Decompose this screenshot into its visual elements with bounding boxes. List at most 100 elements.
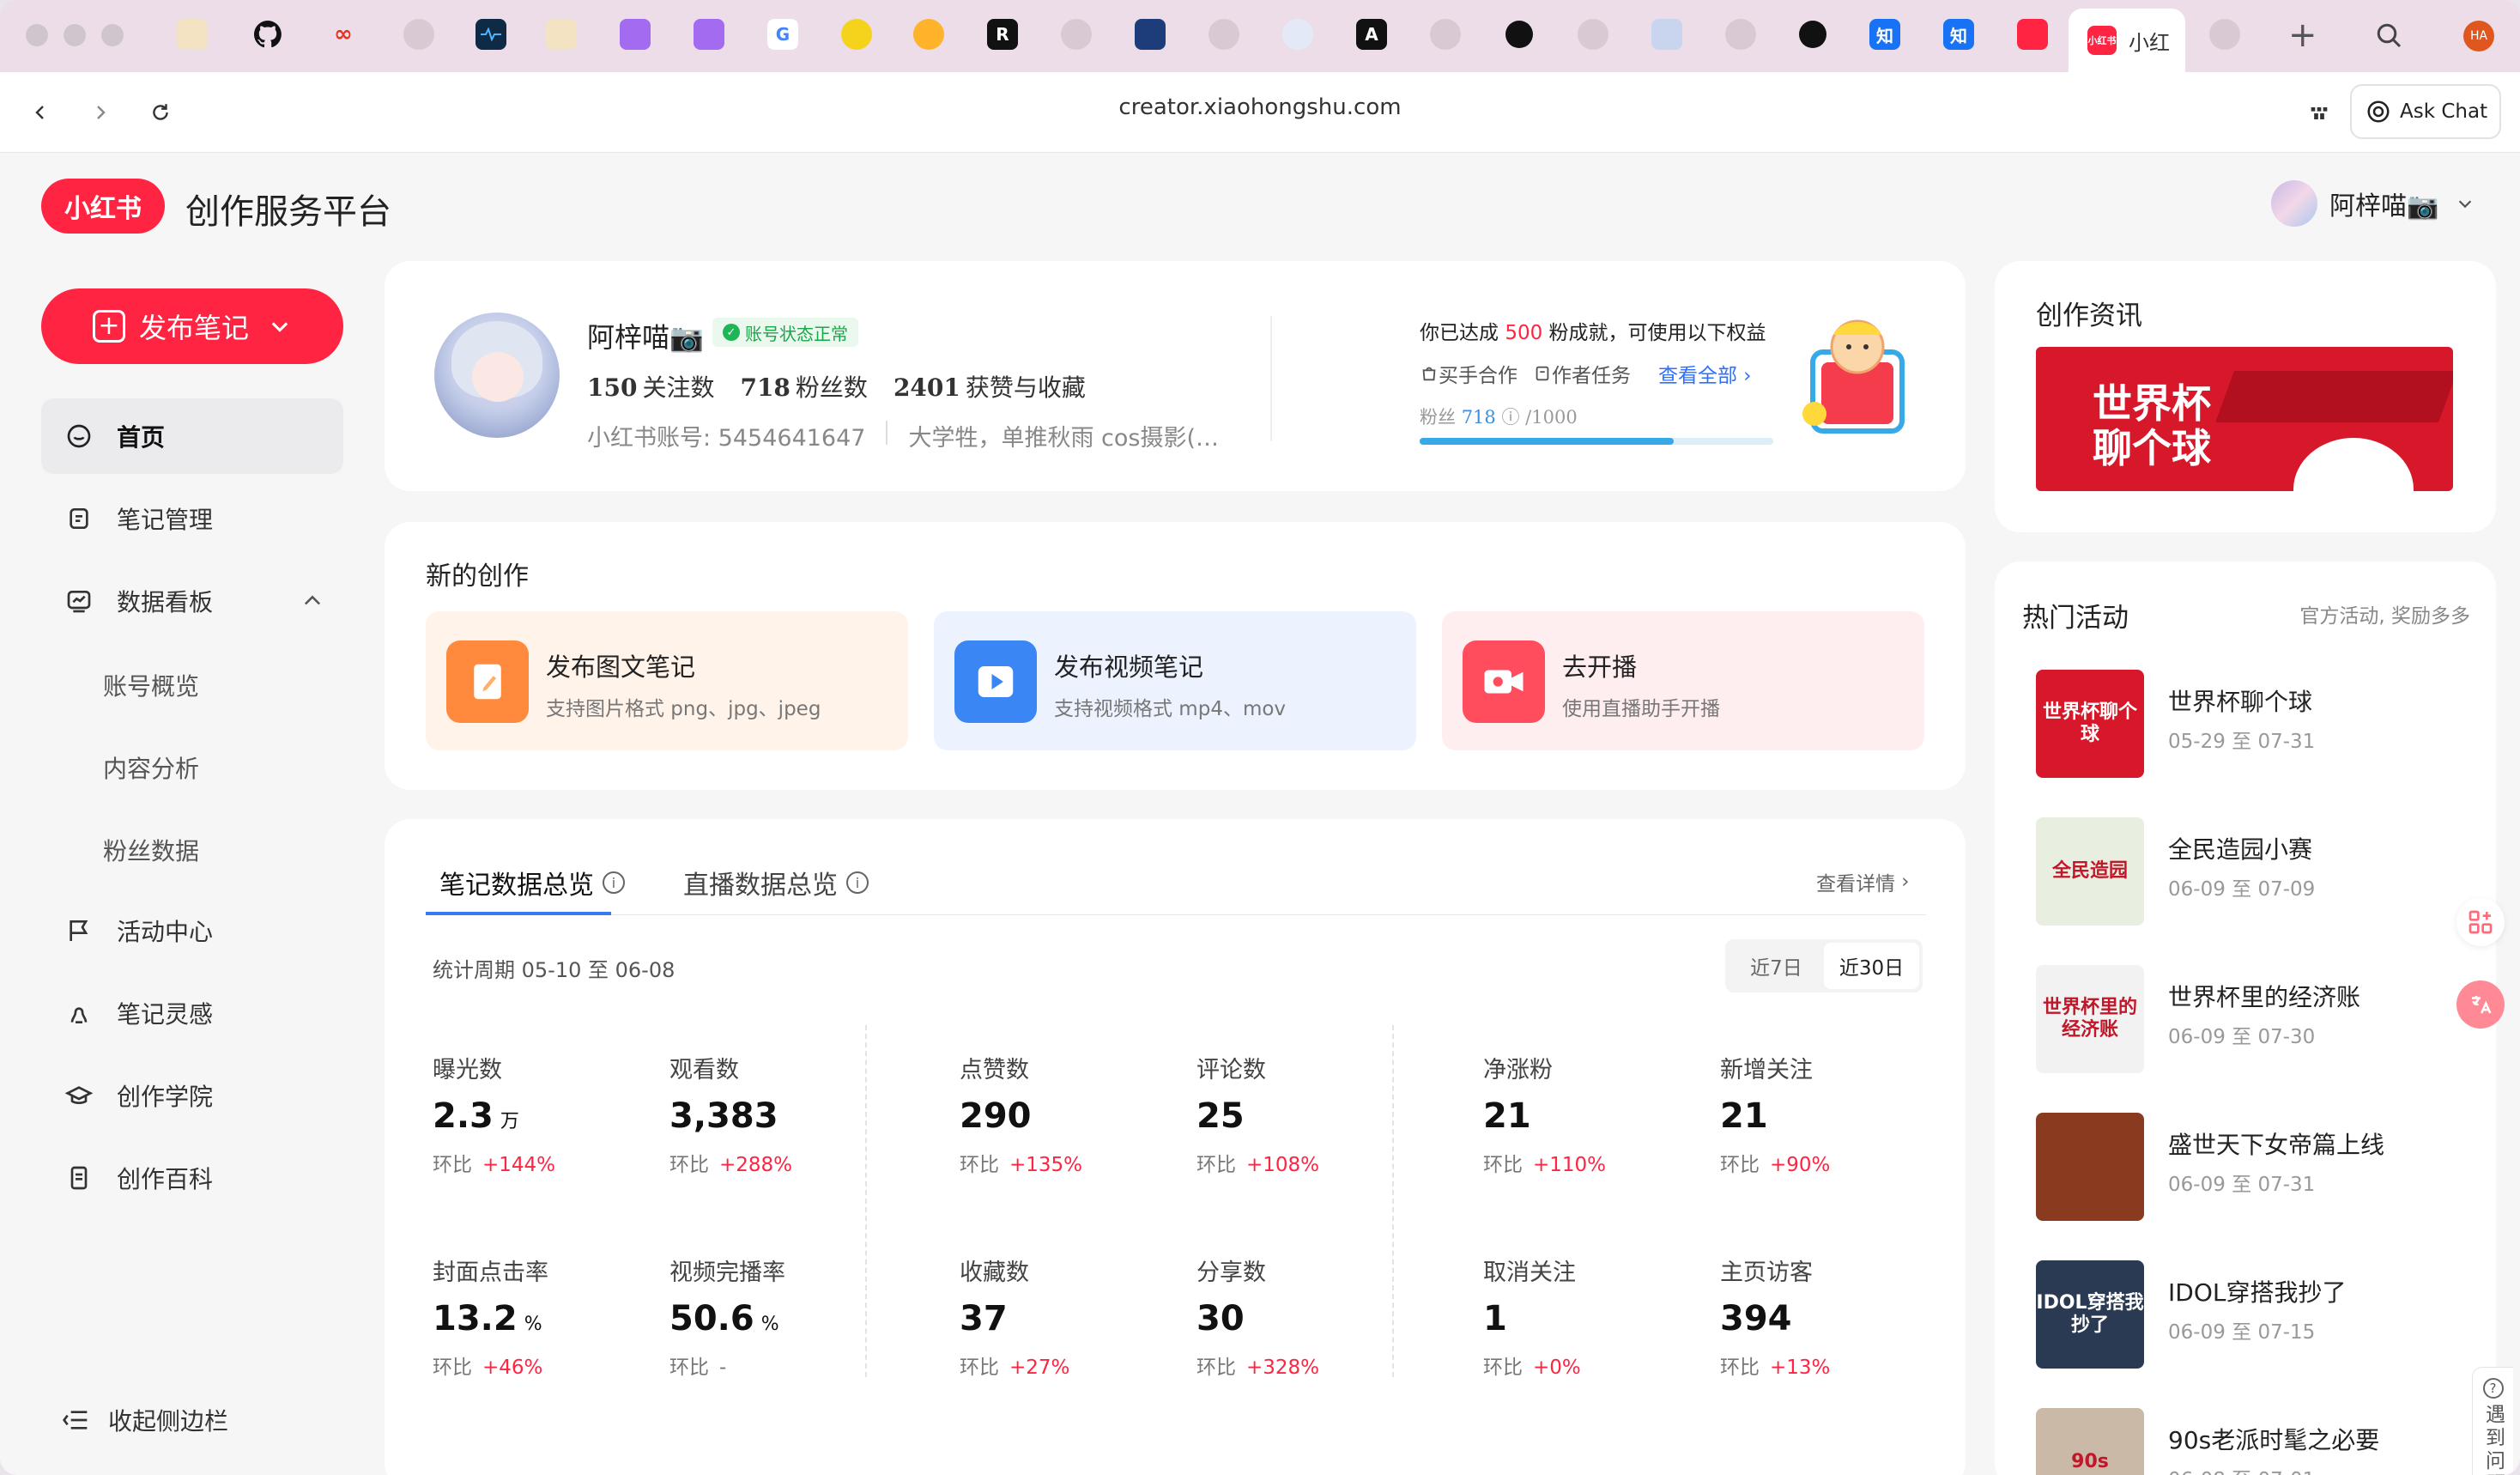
perk-buyer-cooperation[interactable]: 买手合作 [1420, 359, 1517, 388]
metric-change: 环比 +13% [1720, 1357, 1831, 1379]
section-subtitle: 官方活动, 奖励多多 [2299, 605, 2470, 628]
minimize-window-button[interactable] [64, 24, 86, 46]
blank-tab-icon-6[interactable] [1725, 19, 1756, 50]
go-live-tile[interactable]: 去开播 使用直播助手开播 [1442, 611, 1924, 750]
metric-change: 环比 +108% [1196, 1154, 1320, 1176]
metric-value: 25 [1196, 1096, 1245, 1136]
xiaohongshu-logo[interactable]: 小红书 [41, 179, 165, 234]
grid-add-icon[interactable] [2456, 898, 2505, 946]
translate-icon[interactable] [2456, 980, 2505, 1029]
metric-label: 收藏数 [960, 1260, 1029, 1286]
likes-stat[interactable]: 2401 获赞与收藏 [894, 369, 1086, 404]
news-banner[interactable]: 世界杯聊个球 [2036, 347, 2453, 491]
hot-activity-item[interactable]: 全民造园 全民造园小赛 06-09 至 07-09 [2036, 817, 2482, 929]
blank-tab-icon-7[interactable] [2209, 19, 2240, 50]
blank-tab-icon[interactable] [403, 19, 434, 50]
hot-activity-item[interactable]: IDOL穿搭我抄了 IDOL穿搭我抄了 06-09 至 07-15 [2036, 1260, 2482, 1372]
metric-2: 点赞数 290 环比 +135% [960, 1051, 1166, 1177]
maximize-window-button[interactable] [101, 24, 124, 46]
sidebar-item-inspiration[interactable]: 笔记灵感 [41, 975, 343, 1051]
tab-live-overview[interactable]: 直播数据总览 i [683, 864, 869, 901]
github-tab-icon[interactable] [252, 19, 283, 50]
r-tab-icon[interactable]: R [987, 19, 1018, 50]
doc-tab-icon[interactable] [1135, 19, 1166, 50]
sidebar-item-notes[interactable]: 笔记管理 [41, 481, 343, 556]
platform-title: 创作服务平台 [185, 192, 391, 232]
tab-search-icon[interactable] [2374, 21, 2405, 52]
close-window-button[interactable] [26, 24, 48, 46]
new-tab-button[interactable]: + [2288, 15, 2317, 55]
blank-tab-icon-2[interactable] [1061, 19, 1092, 50]
sidebar-subitem-content-analysis[interactable]: 内容分析 [103, 750, 199, 785]
weather-tab-icon[interactable] [177, 19, 208, 50]
follow-stat[interactable]: 150 关注数 [587, 369, 714, 404]
range-7-days[interactable]: 近7日 [1729, 943, 1824, 989]
app-tab-icon[interactable] [620, 19, 651, 50]
yellow-tab-icon[interactable] [841, 19, 872, 50]
stat-period: 统计周期 05-10 至 06-08 [433, 958, 675, 982]
publish-note-button[interactable]: + 发布笔记 [41, 288, 343, 364]
link-tab-icon[interactable]: ∞ [328, 19, 359, 50]
metric-value: 37 [960, 1299, 1008, 1338]
github-tab-icon-2[interactable] [1504, 19, 1535, 50]
fans-stat[interactable]: 718 粉丝数 [740, 369, 867, 404]
user-menu[interactable]: 阿梓喵📷 [2271, 180, 2475, 227]
tab-notes-overview[interactable]: 笔记数据总览 i [439, 864, 625, 901]
weather-tab-icon-2[interactable] [546, 19, 577, 50]
xiaohongshu-tab-icon[interactable] [2017, 19, 2048, 50]
active-tab-label: 小红 [2129, 30, 2170, 55]
collapse-sidebar-button[interactable]: 收起侧边栏 [62, 1403, 228, 1437]
hot-activity-item[interactable]: 世界杯里的经济账 世界杯里的经济账 06-09 至 07-30 [2036, 965, 2482, 1077]
blank-tab-icon-3[interactable] [1209, 19, 1239, 50]
profile-avatar[interactable] [434, 313, 560, 438]
activity-thumbnail: 世界杯聊个球 [2036, 670, 2144, 778]
sidebar-item-home[interactable]: 首页 [41, 398, 343, 474]
extension-icon[interactable] [2302, 96, 2336, 131]
sidebar-item-wiki[interactable]: 创作百科 [41, 1140, 343, 1216]
hot-activity-item[interactable]: 世界杯聊个球 世界杯聊个球 05-29 至 07-31 [2036, 670, 2482, 781]
reload-button[interactable] [141, 93, 180, 132]
zhihu-tab-icon[interactable]: 知 [1869, 19, 1900, 50]
sidebar-item-academy[interactable]: 创作学院 [41, 1058, 343, 1133]
metric-change: 环比 +288% [669, 1154, 793, 1176]
back-button[interactable] [21, 93, 60, 132]
ask-chat-button[interactable]: Ask Chat [2350, 84, 2501, 139]
blank-tab-icon-4[interactable] [1430, 19, 1461, 50]
forward-button[interactable] [81, 93, 120, 132]
help-button[interactable]: ? 遇到问题 [2472, 1367, 2513, 1475]
sidebar-item-activity[interactable]: 活动中心 [41, 893, 343, 968]
google-tab-icon[interactable]: G [767, 19, 798, 50]
cloud-tab-icon[interactable] [1282, 19, 1313, 50]
activity-name: 全民造园小赛 [2168, 835, 2313, 864]
divider [865, 1025, 867, 1377]
publish-image-note-tile[interactable]: 发布图文笔记 支持图片格式 png、jpg、jpeg [426, 611, 908, 750]
activity-name: 盛世天下女帝篇上线 [2168, 1131, 2385, 1159]
range-30-days[interactable]: 近30日 [1824, 943, 1919, 989]
browser-profile-avatar[interactable]: HA [2463, 21, 2494, 52]
perk-author-tasks[interactable]: 作者任务 [1533, 359, 1631, 388]
github-tab-icon-3[interactable] [1797, 19, 1828, 50]
blank-tab-icon-5[interactable] [1578, 19, 1608, 50]
hot-activity-item[interactable]: 盛世天下女帝篇上线 06-09 至 07-31 [2036, 1113, 2482, 1224]
sidebar-subitem-fans-data[interactable]: 粉丝数据 [103, 833, 199, 867]
publish-video-note-tile[interactable]: 发布视频笔记 支持视频格式 mp4、mov [934, 611, 1416, 750]
pulse-tab-icon[interactable] [476, 19, 506, 50]
view-all-link[interactable]: 查看全部 › [1658, 359, 1752, 388]
zhihu-tab-icon-2[interactable]: 知 [1943, 19, 1974, 50]
view-details-link[interactable]: 查看详情 › [1816, 867, 1910, 896]
metric-change: 环比 +328% [1196, 1357, 1320, 1379]
hot-activity-item[interactable]: 90s 90s老派时髦之必要 06-08 至 07-01 [2036, 1408, 2482, 1475]
collapse-icon [63, 1411, 88, 1429]
plus-icon: + [92, 310, 125, 343]
a-tab-icon[interactable]: A [1356, 19, 1387, 50]
sidebar-item-data[interactable]: 数据看板 [41, 563, 343, 639]
flag-icon [64, 915, 94, 946]
active-tab[interactable]: 小红书 小红 [2069, 9, 2185, 72]
profile-bio: 大学牲，单推秋雨 cos摄影(… [908, 425, 1220, 452]
image-tab-icon[interactable] [1651, 19, 1682, 50]
fans-progress-bar [1420, 438, 1773, 445]
fox-tab-icon[interactable] [913, 19, 944, 50]
sidebar-subitem-account-overview[interactable]: 账号概览 [103, 668, 199, 702]
address-bar[interactable]: creator.xiaohongshu.com [944, 94, 1576, 120]
app-tab-icon-2[interactable] [694, 19, 724, 50]
